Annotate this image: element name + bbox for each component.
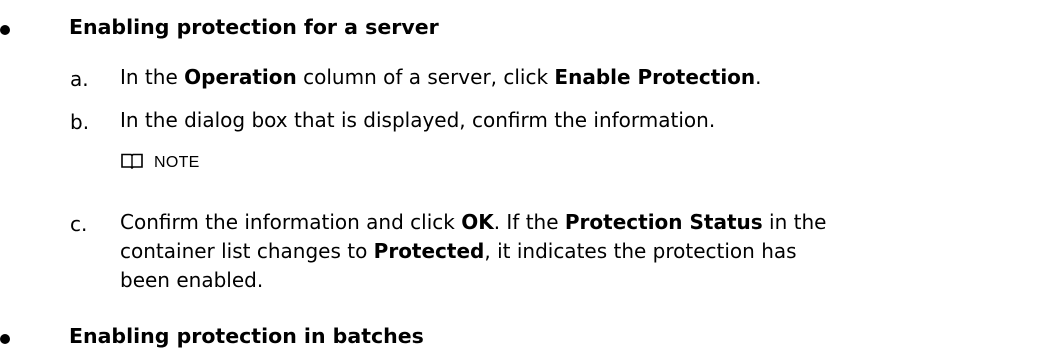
bold-term: OK <box>461 210 494 234</box>
step-text: Confirm the information and click OK. If… <box>120 208 840 295</box>
step-text: In the Operation column of a server, cli… <box>120 63 840 92</box>
document-page: Enabling protection for a server a. In t… <box>0 0 1050 360</box>
bold-term: Enable Protection <box>554 65 756 89</box>
bold-term: Protection Status <box>564 210 763 234</box>
step-letter: c. <box>70 212 88 236</box>
bold-term: Protected <box>373 239 485 263</box>
step-letter: a. <box>70 67 89 91</box>
text-run: In the <box>120 65 185 89</box>
bold-term: Operation <box>184 65 297 89</box>
step-text: In the dialog box that is displayed, con… <box>120 106 840 135</box>
bullet-icon <box>0 25 10 35</box>
note: NOTE <box>120 152 200 173</box>
text-run: Confirm the information and click <box>120 210 462 234</box>
section-title: Enabling protection in batches <box>69 324 424 348</box>
note-label: NOTE <box>154 153 200 171</box>
section-title: Enabling protection for a server <box>69 15 439 39</box>
text-run: . If the <box>493 210 565 234</box>
book-icon <box>120 152 144 173</box>
bullet-icon <box>0 334 10 344</box>
text-run: . <box>755 65 762 89</box>
text-run: column of a server, click <box>296 65 555 89</box>
step-letter: b. <box>70 110 90 134</box>
text-run: In the dialog box that is displayed, con… <box>120 108 716 132</box>
